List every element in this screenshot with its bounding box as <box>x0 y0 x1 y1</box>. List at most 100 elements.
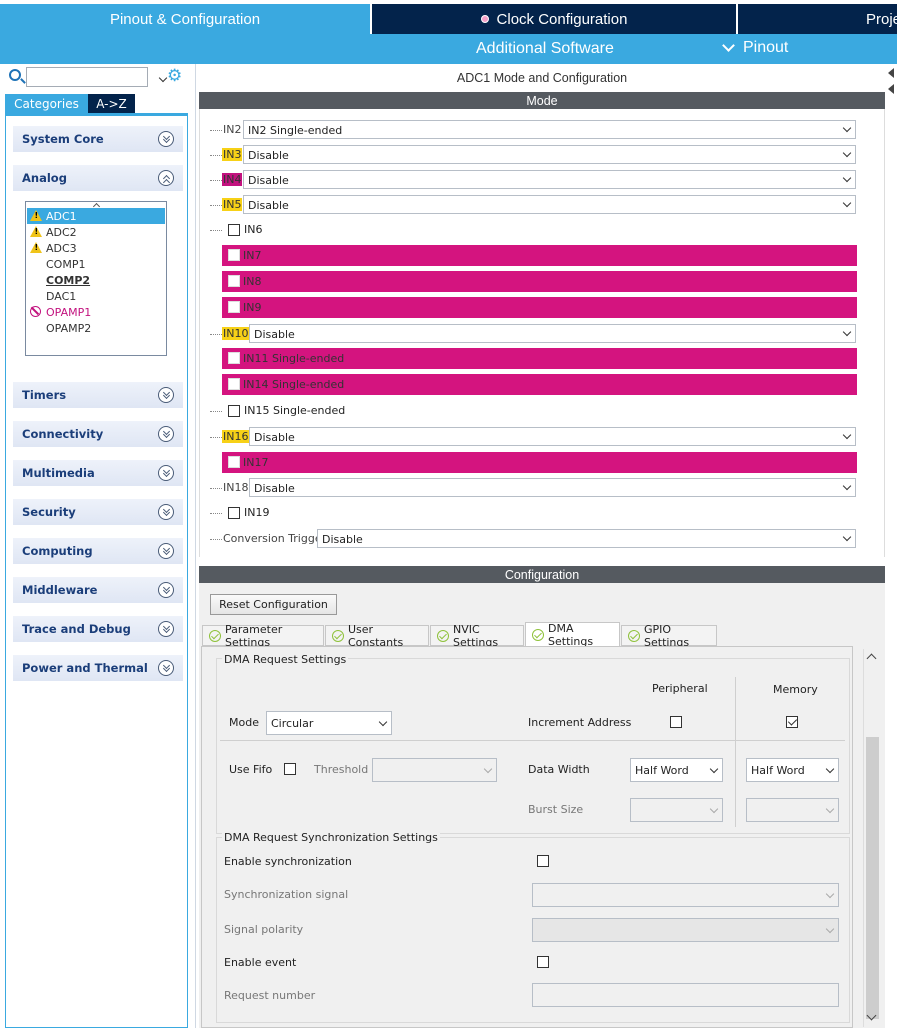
category-label: Security <box>22 505 76 519</box>
enable-event-checkbox[interactable] <box>537 956 549 968</box>
mode-row-in14: IN14 Single-ended <box>222 374 857 395</box>
peripheral-data-width-select[interactable]: Half Word <box>630 758 723 782</box>
peripheral-burst-size-select[interactable] <box>630 798 723 822</box>
in6-checkbox[interactable] <box>228 224 240 236</box>
tab-a-to-z[interactable]: A->Z <box>88 94 135 113</box>
search-icon[interactable] <box>9 69 21 81</box>
category-connectivity[interactable]: Connectivity <box>13 421 183 447</box>
additional-software-button[interactable]: Additional Software <box>476 40 614 58</box>
tab-clock-label: Clock Configuration <box>496 10 628 28</box>
double-chevron-down-icon[interactable] <box>158 504 174 520</box>
channel-label-warning: IN10 <box>222 327 250 340</box>
category-label: Timers <box>22 388 67 402</box>
search-input[interactable] <box>26 67 168 87</box>
in10-select[interactable]: Disable <box>249 324 856 343</box>
category-computing[interactable]: Computing <box>13 538 183 564</box>
peripheral-increment-checkbox[interactable] <box>670 716 682 728</box>
category-label: System Core <box>22 132 104 146</box>
in5-select[interactable]: Disable <box>243 195 856 214</box>
tab-user-constants[interactable]: User Constants <box>325 623 429 649</box>
category-trace-and-debug[interactable]: Trace and Debug <box>13 616 183 642</box>
mode-row-in18: IN18 Disable <box>210 478 858 498</box>
conversion-trigger-select[interactable]: Disable <box>317 529 856 548</box>
configuration-section-header: Configuration <box>199 566 885 583</box>
top-tab-bar: Pinout & Configuration Clock Configurati… <box>0 0 897 34</box>
in4-select[interactable]: Disable <box>243 170 856 189</box>
use-fifo-checkbox[interactable] <box>284 763 296 775</box>
chevron-down-icon <box>842 481 852 491</box>
in7-checkbox[interactable] <box>228 249 240 261</box>
mode-row-in7: IN7 <box>222 245 857 266</box>
mode-row-in2: IN2 IN2 Single-ended <box>210 120 858 140</box>
double-chevron-down-icon[interactable] <box>158 621 174 637</box>
double-chevron-down-icon[interactable] <box>158 387 174 403</box>
list-item-comp2[interactable]: COMP2 <box>27 272 165 288</box>
tab-parameter-settings[interactable]: Parameter Settings <box>202 623 324 649</box>
category-security[interactable]: Security <box>13 499 183 525</box>
memory-increment-checkbox[interactable] <box>786 716 798 728</box>
signal-polarity-select[interactable] <box>532 918 839 942</box>
dma-mode-select[interactable]: Circular <box>266 711 392 735</box>
list-item-opamp2[interactable]: OPAMP2 <box>27 320 165 336</box>
in14-checkbox[interactable] <box>228 378 240 390</box>
enable-synchronization-checkbox[interactable] <box>537 855 549 867</box>
mode-row-in9: IN9 <box>222 297 857 318</box>
in9-checkbox[interactable] <box>228 301 240 313</box>
burst-size-label: Burst Size <box>528 803 584 816</box>
in16-select[interactable]: Disable <box>249 427 856 446</box>
category-timers[interactable]: Timers <box>13 382 183 408</box>
list-item-adc3[interactable]: ADC3 <box>27 240 165 256</box>
request-number-input[interactable] <box>532 983 839 1007</box>
tab-clock-configuration[interactable]: Clock Configuration <box>372 4 736 34</box>
tab-gpio-settings[interactable]: GPIO Settings <box>621 623 717 649</box>
double-chevron-down-icon[interactable] <box>158 660 174 676</box>
mode-row-conversion-trigger: Conversion Trigger Disable <box>210 529 858 549</box>
pinout-menu-button[interactable]: Pinout <box>722 39 788 57</box>
tab-pinout-configuration[interactable]: Pinout & Configuration <box>0 4 370 34</box>
in8-checkbox[interactable] <box>228 275 240 287</box>
double-chevron-down-icon[interactable] <box>158 465 174 481</box>
in15-checkbox[interactable] <box>228 405 240 417</box>
category-label: Trace and Debug <box>22 622 131 636</box>
double-chevron-down-icon[interactable] <box>158 131 174 147</box>
category-analog[interactable]: Analog <box>13 165 183 191</box>
check-circle-icon <box>209 630 221 642</box>
reset-configuration-button[interactable]: Reset Configuration <box>210 594 337 615</box>
in19-checkbox[interactable] <box>228 507 240 519</box>
in18-select[interactable]: Disable <box>249 478 856 497</box>
in17-checkbox[interactable] <box>228 456 240 468</box>
list-item-adc2[interactable]: ADC2 <box>27 224 165 240</box>
vertical-scrollbar[interactable] <box>863 649 880 1027</box>
in11-checkbox[interactable] <box>228 352 240 364</box>
list-item-adc1[interactable]: ADC1 <box>27 208 165 224</box>
chevron-down-icon <box>825 804 835 814</box>
memory-data-width-select[interactable]: Half Word <box>746 758 839 782</box>
list-item-dac1[interactable]: DAC1 <box>27 288 165 304</box>
tab-categories[interactable]: Categories <box>5 94 88 113</box>
list-item-opamp1[interactable]: OPAMP1 <box>27 304 165 320</box>
scroll-up-icon[interactable] <box>866 653 877 664</box>
in3-select[interactable]: Disable <box>243 145 856 164</box>
double-chevron-up-icon[interactable] <box>158 170 174 186</box>
tab-project-manager[interactable]: Proje <box>738 4 897 34</box>
memory-burst-size-select[interactable] <box>746 798 839 822</box>
double-chevron-down-icon[interactable] <box>158 582 174 598</box>
tab-nvic-settings[interactable]: NVIC Settings <box>430 623 524 649</box>
double-chevron-down-icon[interactable] <box>158 543 174 559</box>
list-item-comp1[interactable]: COMP1 <box>27 256 165 272</box>
in2-select[interactable]: IN2 Single-ended <box>243 120 856 139</box>
category-power-and-thermal[interactable]: Power and Thermal <box>13 655 183 681</box>
synchronization-signal-select[interactable] <box>532 883 839 907</box>
mode-row-in15: IN15 Single-ended <box>210 401 858 421</box>
category-middleware[interactable]: Middleware <box>13 577 183 603</box>
scrollbar-thumb[interactable] <box>866 737 879 1019</box>
category-multimedia[interactable]: Multimedia <box>13 460 183 486</box>
collapse-arrow-icon[interactable] <box>888 68 894 78</box>
double-chevron-down-icon[interactable] <box>158 426 174 442</box>
collapse-arrow-icon[interactable] <box>888 84 894 94</box>
threshold-select[interactable] <box>372 758 497 782</box>
gear-icon[interactable]: ⚙ <box>167 68 182 85</box>
category-system-core[interactable]: System Core <box>13 126 183 152</box>
tab-dma-settings[interactable]: DMA Settings <box>525 622 620 648</box>
chevron-down-icon[interactable] <box>158 73 168 83</box>
